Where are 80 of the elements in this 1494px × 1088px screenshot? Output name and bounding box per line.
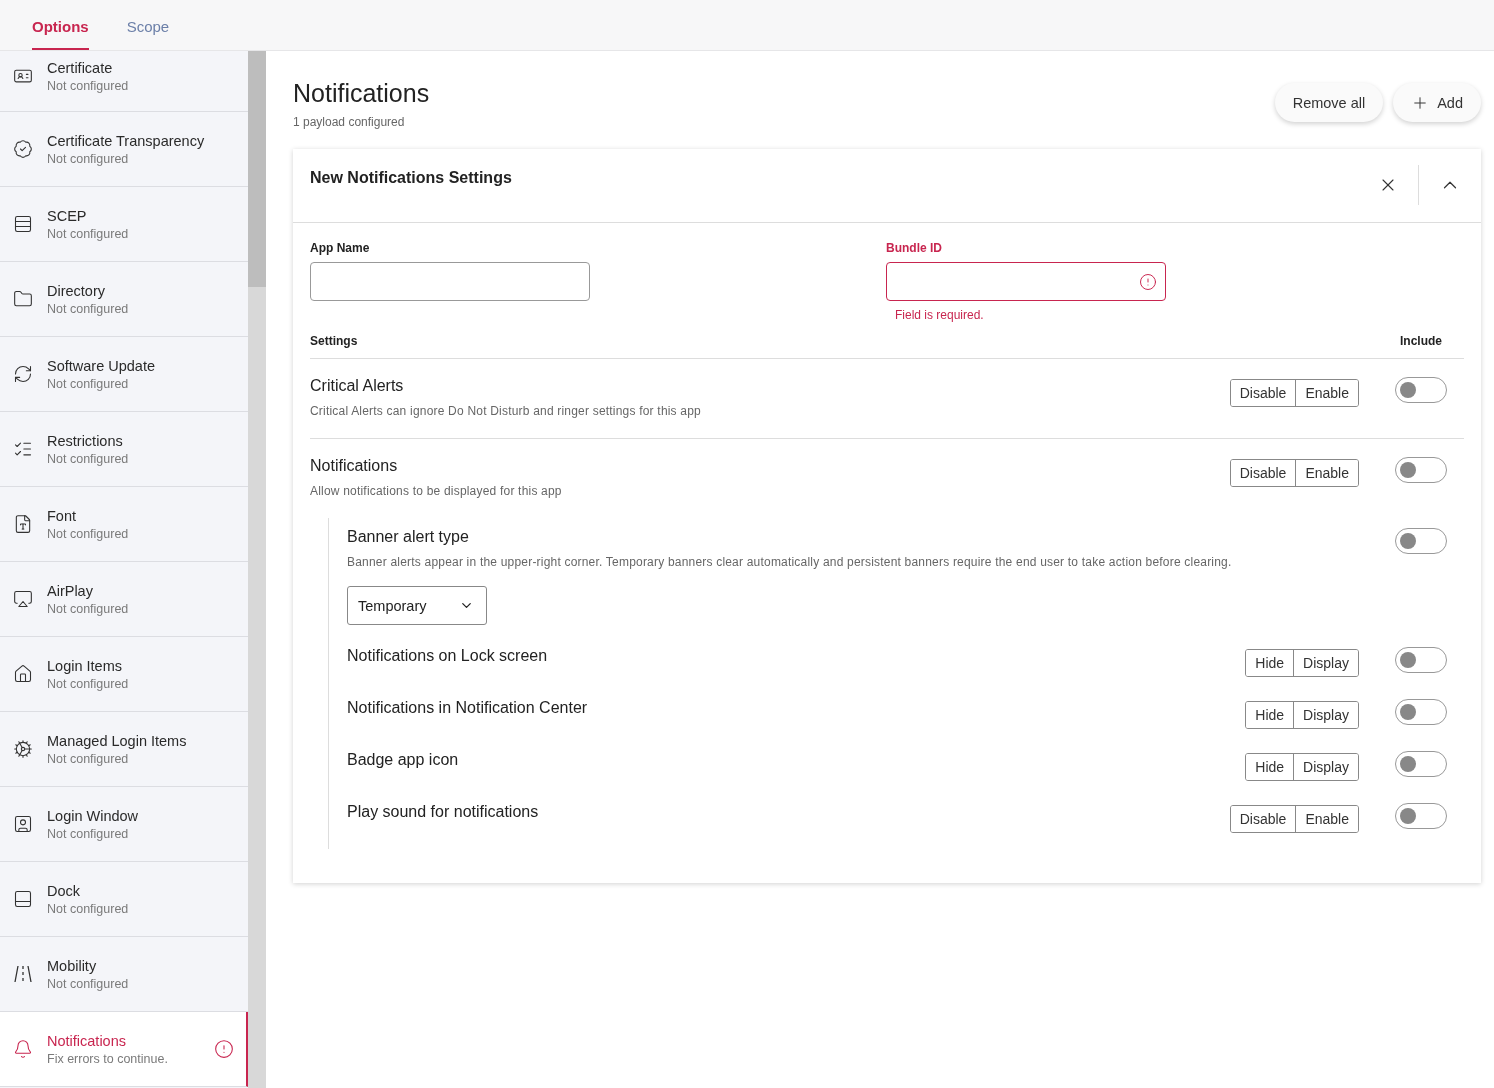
scrollbar[interactable]: [248, 51, 266, 1088]
item-title: Mobility: [47, 957, 98, 974]
setting-title: Notifications on Lock screen: [347, 647, 549, 665]
item-status: Not configured: [47, 676, 130, 691]
include-toggle[interactable]: [1395, 803, 1447, 829]
alert-type-dropdown[interactable]: Temporary: [347, 586, 487, 625]
item-title: Login Items: [47, 657, 123, 674]
badge-check-icon: [13, 139, 33, 159]
remove-all-button[interactable]: Remove all: [1274, 83, 1384, 122]
item-title: Dock: [47, 882, 82, 899]
item-title: Login Window: [47, 807, 140, 824]
road-icon: [13, 964, 33, 984]
item-title: Managed Login Items: [47, 732, 188, 749]
setting-title: Play sound for notifications: [347, 803, 540, 821]
include-heading: Include: [1400, 334, 1442, 348]
item-status: Not configured: [47, 526, 130, 541]
item-status: Not configured: [47, 901, 130, 916]
tab[interactable]: Scope: [126, 0, 170, 50]
item-status: Not configured: [47, 151, 130, 166]
text-input[interactable]: [886, 262, 1166, 301]
error-message: Field is required.: [894, 308, 985, 322]
segment-option[interactable]: Display: [1293, 650, 1358, 676]
segment-option[interactable]: Enable: [1295, 380, 1358, 406]
item-status: Not configured: [47, 226, 130, 241]
item-title: AirPlay: [47, 582, 94, 599]
folder-icon: [13, 289, 33, 309]
field-label: Bundle ID: [886, 241, 943, 255]
item-status: Not configured: [47, 451, 130, 466]
setting-title: Critical Alerts: [310, 377, 405, 395]
setting-title: Notifications: [310, 457, 399, 475]
segment-option[interactable]: Display: [1293, 702, 1358, 728]
item-title: Restrictions: [47, 432, 124, 449]
card-title: New Notifications Settings: [310, 169, 512, 187]
item-status: Not configured: [47, 78, 130, 93]
item-title: SCEP: [47, 207, 88, 224]
item-title: Notifications: [47, 1032, 127, 1049]
item-status: Not configured: [47, 376, 130, 391]
item-status: Not configured: [47, 826, 130, 841]
include-toggle[interactable]: [1395, 457, 1447, 483]
include-toggle[interactable]: [1395, 377, 1447, 403]
refresh-icon: [13, 364, 33, 384]
document-icon: [13, 514, 33, 534]
setting-title: Notifications in Notification Center: [347, 699, 589, 717]
include-toggle[interactable]: [1395, 528, 1447, 554]
bell-icon: [13, 1039, 33, 1059]
text-input[interactable]: [310, 262, 590, 301]
item-title: Software Update: [47, 357, 156, 374]
include-toggle[interactable]: [1395, 751, 1447, 777]
panel-icon: [13, 889, 33, 909]
segment-option[interactable]: Enable: [1295, 460, 1358, 486]
setting-title: Badge app icon: [347, 751, 460, 769]
item-status: Not configured: [47, 751, 130, 766]
cog-icon: [13, 739, 33, 759]
add-button[interactable]: Add: [1393, 83, 1481, 122]
field-label: App Name: [310, 241, 371, 255]
include-toggle[interactable]: [1395, 647, 1447, 673]
page-title: Notifications: [293, 79, 430, 108]
item-title: Font: [47, 507, 77, 524]
segment-option[interactable]: Display: [1293, 754, 1358, 780]
item-title: Certificate: [47, 59, 114, 76]
airplay-icon: [13, 589, 33, 609]
settings-heading: Settings: [310, 334, 358, 348]
error-icon: [1139, 272, 1157, 291]
setting-title: Banner alert type: [347, 528, 470, 546]
setting-description: Allow notifications to be displayed for this app: [310, 484, 563, 498]
user-square-icon: [13, 814, 33, 834]
item-title: Directory: [47, 282, 106, 299]
item-status: Fix errors to continue.: [47, 1051, 169, 1066]
item-status: Not configured: [47, 601, 130, 616]
item-status: Not configured: [47, 301, 130, 316]
sidebar-item[interactable]: Notifications Fix errors to continue.: [0, 1012, 248, 1087]
segment-option[interactable]: Enable: [1295, 806, 1358, 832]
setting-description: Banner alerts appear in the upper-right corner. Temporary banners clear automatically and persistent banners require the end user to take action before clearing.: [347, 555, 1233, 569]
setting-description: Critical Alerts can ignore Do Not Disturb and ringer settings for this app: [310, 404, 702, 418]
item-title: Certificate Transparency: [47, 132, 206, 149]
home-icon: [13, 664, 33, 684]
include-toggle[interactable]: [1395, 699, 1447, 725]
payload-count: 1 payload configured: [293, 115, 406, 129]
rows-icon: [13, 214, 33, 234]
item-status: Not configured: [47, 976, 130, 991]
